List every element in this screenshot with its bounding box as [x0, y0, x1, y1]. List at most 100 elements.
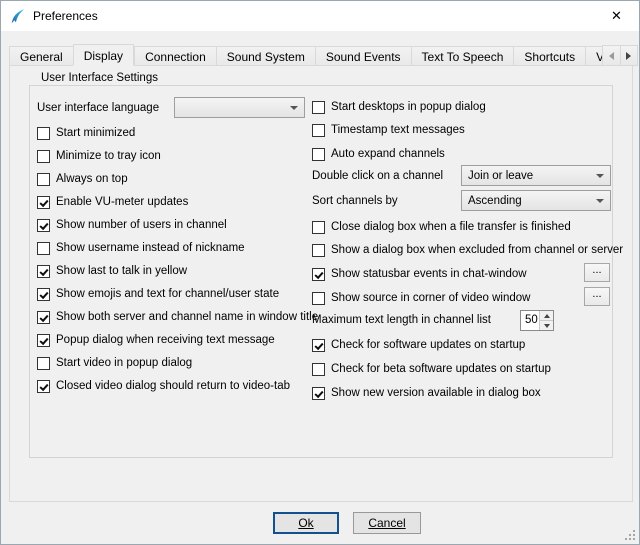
checkbox-show-new-version-dialog[interactable]: Show new version available in dialog box — [312, 385, 541, 401]
checkbox-label: Close dialog box when a file transfer is… — [331, 221, 571, 233]
dropdown-value: Ascending — [468, 195, 592, 207]
checkbox-label: Show emojis and text for channel/user st… — [56, 288, 279, 300]
checkbox-start-desktops-popup[interactable]: Start desktops in popup dialog — [312, 99, 486, 115]
double-click-channel-label: Double click on a channel — [312, 169, 443, 184]
checkbox-label: Show source in corner of video window — [331, 292, 530, 304]
dropdown-value: Join or leave — [468, 170, 592, 182]
checkbox-label: Closed video dialog should return to vid… — [56, 380, 290, 392]
tab-sound-system[interactable]: Sound System — [216, 46, 315, 66]
checkbox-label: Show last to talk in yellow — [56, 265, 187, 277]
checkbox-icon — [312, 268, 325, 281]
title-bar[interactable]: Preferences ✕ — [1, 1, 639, 31]
spinner-buttons — [539, 311, 553, 330]
tab-scroll-left-button[interactable] — [602, 45, 621, 66]
checkbox-icon — [37, 127, 50, 140]
checkbox-show-dialog-when-excluded[interactable]: Show a dialog box when excluded from cha… — [312, 242, 623, 258]
checkbox-show-emojis-text[interactable]: Show emojis and text for channel/user st… — [37, 286, 279, 302]
ok-button[interactable]: Ok — [273, 512, 339, 534]
checkbox-label: Show a dialog box when excluded from cha… — [331, 244, 623, 256]
tab-general[interactable]: General — [9, 46, 73, 66]
checkbox-show-source-video-corner[interactable]: Show source in corner of video window — [312, 290, 530, 306]
spin-down-button[interactable] — [540, 320, 553, 330]
checkbox-label: Show number of users in channel — [56, 219, 227, 231]
checkbox-icon — [37, 334, 50, 347]
checkbox-close-dialog-file-transfer[interactable]: Close dialog box when a file transfer is… — [312, 219, 571, 235]
checkbox-label: Check for software updates on startup — [331, 339, 525, 351]
language-label: User interface language — [37, 101, 159, 116]
checkbox-show-number-of-users[interactable]: Show number of users in channel — [37, 217, 227, 233]
tab-scroll-right-button[interactable] — [621, 45, 639, 66]
arrow-down-icon — [544, 324, 550, 328]
checkbox-timestamp-text-messages[interactable]: Timestamp text messages — [312, 122, 465, 138]
checkbox-icon — [312, 221, 325, 234]
checkbox-label: Check for beta software updates on start… — [331, 363, 551, 375]
window-title: Preferences — [33, 9, 98, 23]
checkbox-label: Show both server and channel name in win… — [56, 311, 318, 323]
checkbox-icon — [37, 196, 50, 209]
tab-shortcuts[interactable]: Shortcuts — [513, 46, 585, 66]
chevron-down-icon — [596, 199, 604, 203]
tab-bar: General Display Connection Sound System … — [9, 44, 631, 66]
checkbox-icon — [312, 244, 325, 257]
checkbox-icon — [37, 219, 50, 232]
checkbox-icon — [312, 148, 325, 161]
checkbox-icon — [312, 124, 325, 137]
checkbox-icon — [312, 387, 325, 400]
checkbox-label: Start desktops in popup dialog — [331, 101, 486, 113]
checkbox-label: Auto expand channels — [331, 148, 445, 160]
checkbox-auto-expand-channels[interactable]: Auto expand channels — [312, 146, 445, 162]
sort-channels-dropdown[interactable]: Ascending — [461, 190, 611, 211]
arrow-right-icon — [626, 52, 631, 60]
checkbox-label: Show new version available in dialog box — [331, 387, 541, 399]
checkbox-icon — [37, 288, 50, 301]
spin-up-button[interactable] — [540, 311, 553, 320]
video-source-more-button[interactable]: ... — [584, 287, 610, 306]
resize-grip[interactable] — [633, 538, 635, 540]
checkbox-start-minimized[interactable]: Start minimized — [37, 125, 135, 141]
checkbox-icon — [312, 363, 325, 376]
checkbox-show-last-to-talk-yellow[interactable]: Show last to talk in yellow — [37, 263, 187, 279]
max-text-length-spinbox[interactable]: 50 — [520, 310, 554, 331]
checkbox-show-server-channel-in-title[interactable]: Show both server and channel name in win… — [37, 309, 318, 325]
checkbox-icon — [37, 380, 50, 393]
statusbar-events-more-button[interactable]: ... — [584, 263, 610, 282]
checkbox-always-on-top[interactable]: Always on top — [37, 171, 128, 187]
checkbox-icon — [312, 101, 325, 114]
checkbox-icon — [37, 311, 50, 324]
checkbox-label: Start video in popup dialog — [56, 357, 192, 369]
close-button[interactable]: ✕ — [594, 1, 639, 30]
checkbox-icon — [37, 265, 50, 278]
checkbox-show-statusbar-events[interactable]: Show statusbar events in chat-window — [312, 266, 527, 282]
double-click-channel-dropdown[interactable]: Join or leave — [461, 165, 611, 186]
max-text-length-label: Maximum text length in channel list — [312, 313, 491, 328]
checkbox-closed-video-return[interactable]: Closed video dialog should return to vid… — [37, 378, 290, 394]
cancel-button[interactable]: Cancel — [353, 512, 421, 534]
checkbox-label: Show username instead of nickname — [56, 242, 245, 254]
tab-text-to-speech[interactable]: Text To Speech — [411, 46, 514, 66]
tab-display[interactable]: Display — [73, 44, 134, 66]
preferences-dialog: Preferences ✕ General Display Connection… — [0, 0, 640, 545]
checkbox-start-video-popup[interactable]: Start video in popup dialog — [37, 355, 192, 371]
checkbox-show-username-instead-nickname[interactable]: Show username instead of nickname — [37, 240, 245, 256]
checkbox-label: Always on top — [56, 173, 128, 185]
app-icon — [9, 8, 26, 25]
checkbox-popup-dialog-text-message[interactable]: Popup dialog when receiving text message — [37, 332, 275, 348]
checkbox-label: Popup dialog when receiving text message — [56, 334, 275, 346]
arrow-up-icon — [544, 314, 550, 318]
checkbox-label: Show statusbar events in chat-window — [331, 268, 527, 280]
checkbox-label: Enable VU-meter updates — [56, 196, 188, 208]
checkbox-icon — [312, 292, 325, 305]
tab-connection[interactable]: Connection — [134, 46, 216, 66]
chevron-down-icon — [596, 174, 604, 178]
group-title: User Interface Settings — [37, 72, 162, 84]
checkbox-minimize-to-tray-icon[interactable]: Minimize to tray icon — [37, 148, 161, 164]
language-dropdown[interactable] — [174, 97, 305, 118]
tab-sound-events[interactable]: Sound Events — [315, 46, 411, 66]
checkbox-label: Start minimized — [56, 127, 135, 139]
checkbox-icon — [37, 357, 50, 370]
checkbox-enable-vu-meter-updates[interactable]: Enable VU-meter updates — [37, 194, 188, 210]
spinbox-value: 50 — [521, 311, 539, 330]
chevron-down-icon — [290, 106, 298, 110]
checkbox-check-beta-updates[interactable]: Check for beta software updates on start… — [312, 361, 551, 377]
checkbox-check-software-updates[interactable]: Check for software updates on startup — [312, 337, 525, 353]
